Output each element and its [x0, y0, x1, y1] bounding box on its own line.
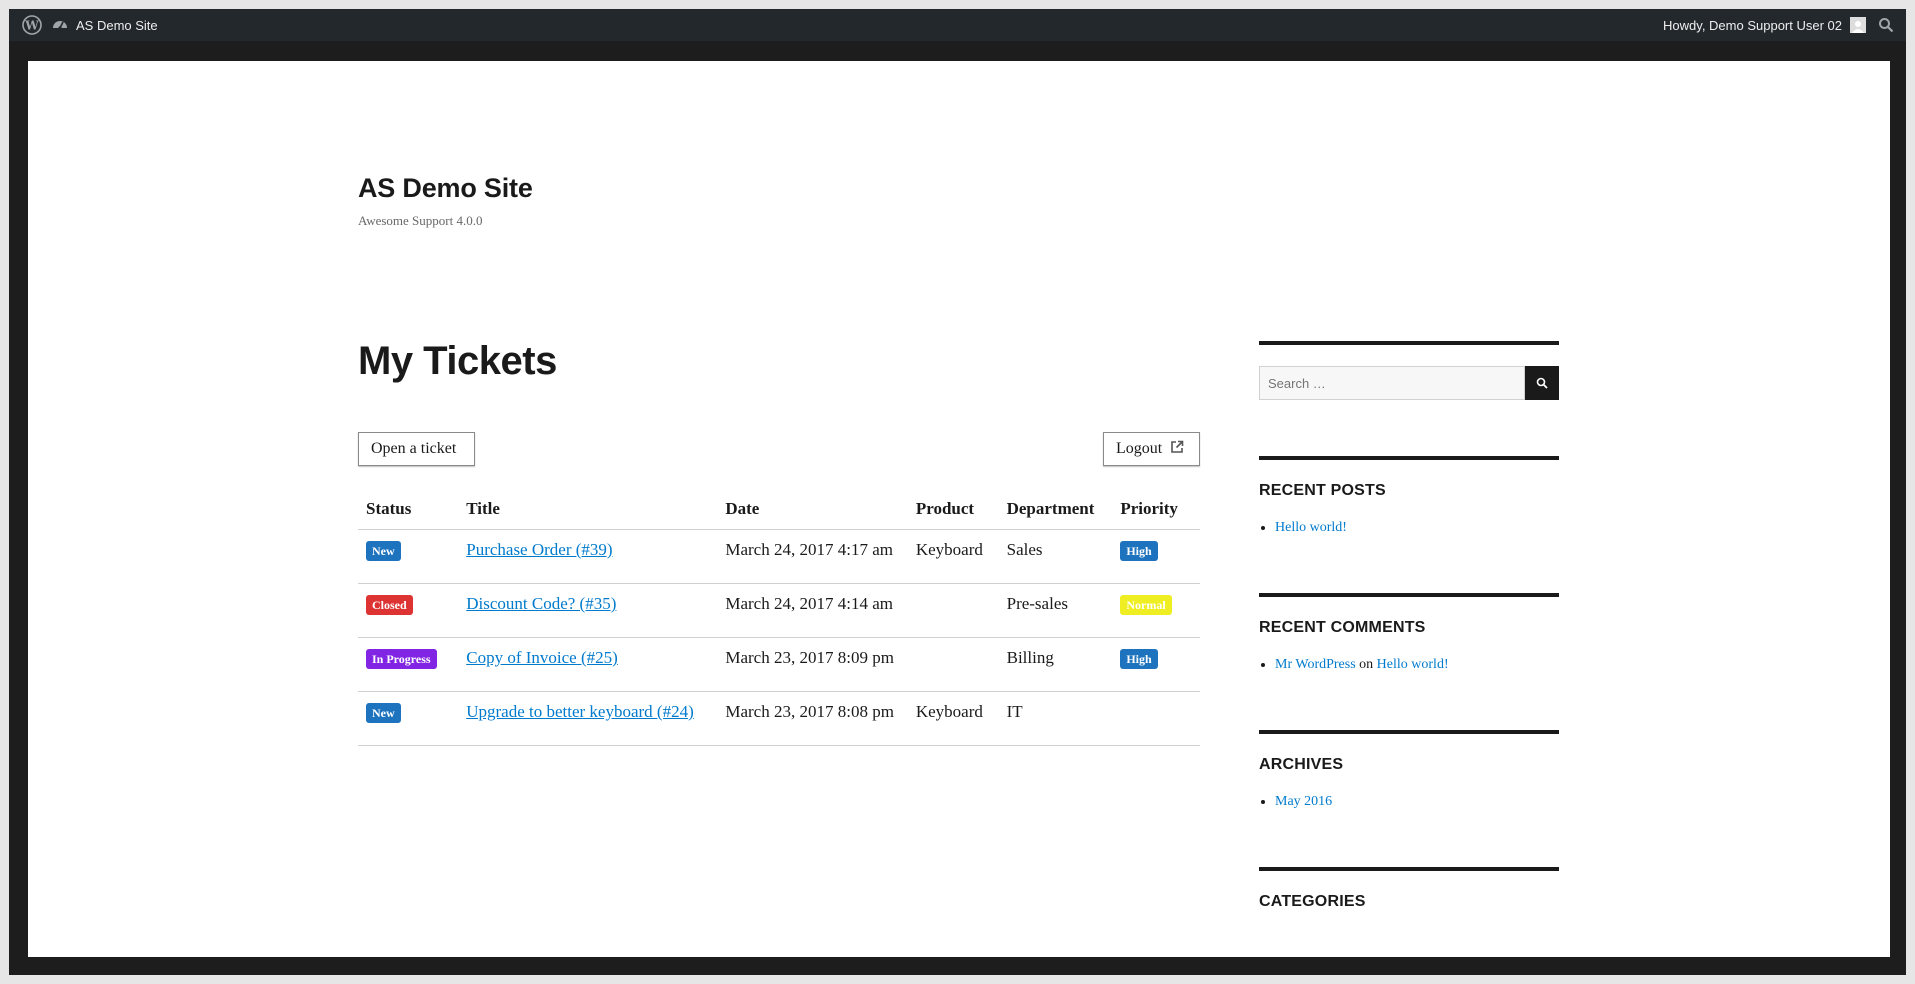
logout-label: Logout [1116, 440, 1163, 457]
ticket-department: Billing [998, 637, 1113, 692]
ticket-product: Keyboard [907, 529, 999, 584]
priority-badge: High [1120, 649, 1158, 669]
status-badge: New [366, 541, 401, 561]
column-header-department[interactable]: Department [998, 489, 1113, 530]
page-title: My Tickets [358, 339, 557, 383]
ticket-date: March 23, 2017 8:09 pm [717, 637, 908, 692]
table-row: New Purchase Order (#39) March 24, 2017 … [358, 529, 1200, 584]
priority-badge: Normal [1120, 595, 1172, 615]
status-badge: New [366, 703, 401, 723]
wordpress-logo-icon[interactable]: W [15, 9, 49, 41]
table-row: Closed Discount Code? (#35) March 24, 20… [358, 583, 1200, 638]
status-badge: Closed [366, 595, 413, 615]
archives-list: May 2016 [1259, 792, 1559, 812]
ticket-date: March 24, 2017 4:14 am [717, 583, 908, 638]
ticket-product [907, 583, 999, 638]
external-link-icon [1170, 440, 1184, 459]
tickets-table: Status Title Date Product Department Pri… [358, 489, 1200, 746]
search-icon [1536, 377, 1548, 389]
admin-bar-site-name: AS Demo Site [76, 17, 158, 33]
recent-post-link[interactable]: Hello world! [1275, 520, 1347, 535]
table-header-row: Status Title Date Product Department Pri… [358, 489, 1200, 530]
site-tagline: Awesome Support 4.0.0 [358, 213, 483, 228]
archive-link[interactable]: May 2016 [1275, 794, 1332, 809]
ticket-product [907, 637, 999, 692]
list-item: May 2016 [1275, 792, 1559, 812]
recent-posts-list: Hello world! [1259, 518, 1559, 538]
avatar [1850, 17, 1866, 33]
ticket-date: March 23, 2017 8:08 pm [717, 691, 908, 746]
open-ticket-label: Open a ticket [371, 440, 457, 457]
admin-bar-account[interactable]: Howdy, Demo Support User 02 [1663, 9, 1866, 41]
search-form [1259, 366, 1559, 400]
svg-text:W: W [24, 19, 39, 33]
page-content: AS Demo Site Awesome Support 4.0.0 My Ti… [28, 61, 1890, 957]
column-header-date[interactable]: Date [717, 489, 908, 530]
widget-divider [1259, 456, 1559, 460]
admin-bar-greeting: Howdy, Demo Support User 02 [1663, 17, 1842, 33]
logout-button[interactable]: Logout [1103, 432, 1200, 466]
admin-bar: W AS Demo Site Howdy, Demo Support User … [9, 9, 1906, 41]
comment-connector: on [1359, 657, 1374, 672]
open-ticket-button[interactable]: Open a ticket [358, 432, 475, 466]
admin-bar-site-link[interactable]: AS Demo Site [52, 9, 158, 41]
widget-divider [1259, 730, 1559, 734]
column-header-title[interactable]: Title [458, 489, 718, 530]
recent-comments-list: Mr WordPress on Hello world! [1259, 655, 1559, 675]
column-header-product[interactable]: Product [907, 489, 999, 530]
table-row: New Upgrade to better keyboard (#24) Mar… [358, 691, 1200, 746]
list-item: Mr WordPress on Hello world! [1275, 655, 1559, 675]
categories-title: CATEGORIES [1259, 893, 1366, 910]
column-header-priority[interactable]: Priority [1112, 489, 1200, 530]
site-title[interactable]: AS Demo Site [358, 173, 533, 204]
column-header-status[interactable]: Status [358, 489, 459, 530]
priority-badge: High [1120, 541, 1158, 561]
dashboard-icon [52, 17, 68, 34]
comment-author-link[interactable]: Mr WordPress [1275, 657, 1356, 672]
ticket-title-link[interactable]: Purchase Order (#39) [466, 540, 612, 559]
ticket-date: March 24, 2017 4:17 am [717, 529, 908, 584]
widget-divider [1259, 593, 1559, 597]
ticket-title-link[interactable]: Discount Code? (#35) [466, 594, 616, 613]
archives-title: ARCHIVES [1259, 756, 1344, 773]
status-badge: In Progress [366, 649, 437, 669]
search-submit-button[interactable] [1525, 366, 1559, 400]
recent-comments-title: RECENT COMMENTS [1259, 619, 1426, 636]
admin-bar-search-icon[interactable] [1874, 9, 1898, 41]
ticket-title-link[interactable]: Upgrade to better keyboard (#24) [466, 702, 694, 721]
table-row: In Progress Copy of Invoice (#25) March … [358, 637, 1200, 692]
ticket-department: IT [998, 691, 1113, 746]
comment-post-link[interactable]: Hello world! [1377, 657, 1449, 672]
list-item: Hello world! [1275, 518, 1559, 538]
ticket-product: Keyboard [907, 691, 999, 746]
widget-divider [1259, 867, 1559, 871]
ticket-department: Pre-sales [998, 583, 1113, 638]
search-input[interactable] [1259, 366, 1525, 400]
ticket-title-link[interactable]: Copy of Invoice (#25) [466, 648, 618, 667]
recent-posts-title: RECENT POSTS [1259, 482, 1386, 499]
sidebar: RECENT POSTS Hello world! RECENT COMMENT… [1259, 341, 1559, 911]
ticket-department: Sales [998, 529, 1113, 584]
widget-divider [1259, 341, 1559, 345]
